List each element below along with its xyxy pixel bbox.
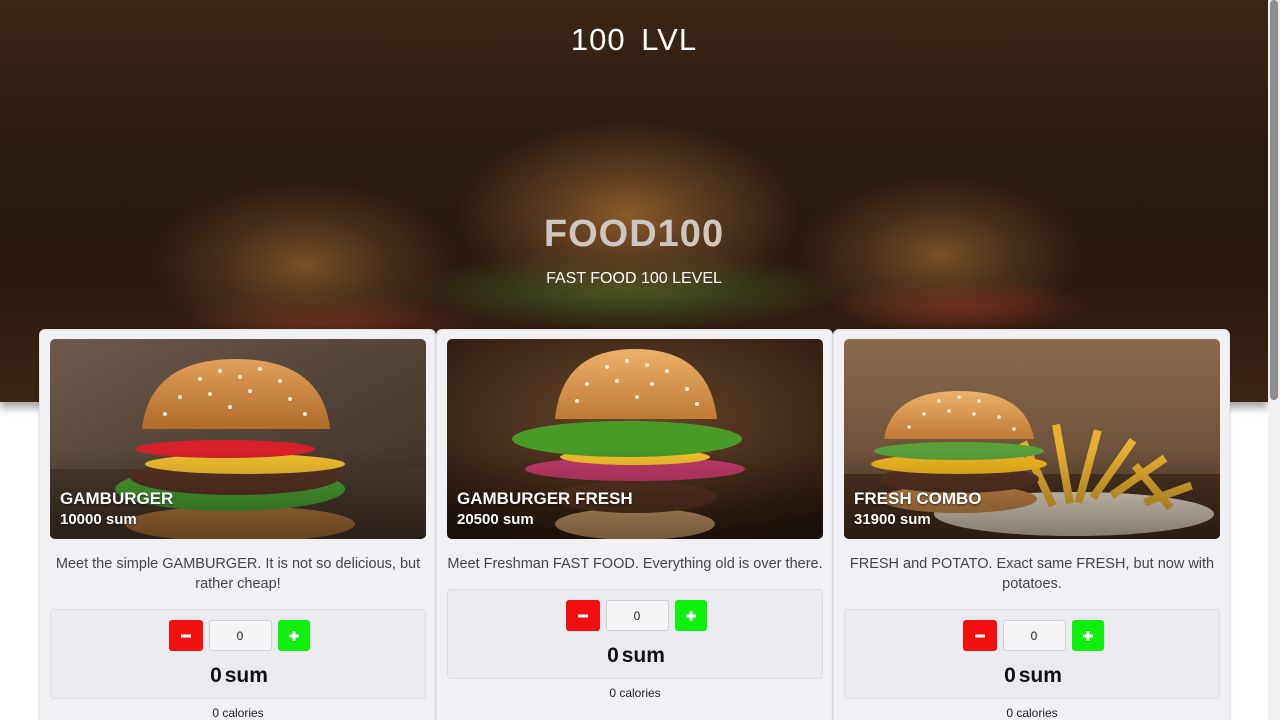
total-value: 0 [1004, 664, 1016, 687]
product-image: GAMBURGER 10000 sum [50, 339, 426, 539]
product-price: 31900 sum [854, 511, 931, 528]
product-price: 10000 sum [60, 511, 137, 528]
product-name: GAMBURGER [60, 489, 174, 508]
total-unit: sum [621, 644, 665, 667]
increase-button[interactable] [1071, 620, 1104, 651]
product-name: GAMBURGER FRESH [457, 489, 633, 508]
total-unit: sum [224, 664, 268, 687]
minus-icon [577, 614, 588, 617]
scrollbar-thumb[interactable] [1270, 0, 1278, 400]
quantity-stepper [51, 620, 427, 652]
quantity-stepper [448, 600, 824, 632]
increase-button[interactable] [674, 600, 707, 631]
total-value: 0 [607, 644, 619, 667]
quantity-stepper [845, 620, 1221, 652]
order-box: 0sum [447, 589, 823, 679]
decrease-button[interactable] [168, 620, 203, 651]
product-description: Meet Freshman FAST FOOD. Everything old … [447, 556, 823, 572]
increase-button[interactable] [277, 620, 310, 651]
order-box: 0sum [844, 609, 1220, 699]
scrollbar[interactable] [1268, 0, 1280, 720]
product-image: FRESH COMBO 31900 sum [844, 339, 1220, 539]
plus-icon [288, 630, 299, 641]
total-value: 0 [210, 664, 222, 687]
order-total: 0 sum [448, 644, 824, 668]
quantity-input[interactable] [1002, 620, 1066, 651]
minus-icon [974, 634, 985, 637]
decrease-button[interactable] [565, 600, 600, 631]
minus-icon [180, 634, 191, 637]
total-unit: sum [1018, 664, 1062, 687]
product-card-fresh-combo: FRESH COMBO 31900 sum FRESH and POTATO. … [833, 329, 1230, 720]
calories-count: 0 calories [1006, 706, 1058, 720]
calories-count: 0 calories [212, 706, 264, 720]
order-box: 0sum [50, 609, 426, 699]
product-price: 20500 sum [457, 511, 534, 528]
product-card-gamburger-fresh: GAMBURGER FRESH 20500 sum Meet Freshman … [436, 329, 833, 720]
product-card-gamburger: GAMBURGER 10000 sum Meet the simple GAMB… [39, 329, 436, 720]
decrease-button[interactable] [962, 620, 997, 651]
plus-icon [685, 610, 696, 621]
order-total: 0 sum [845, 664, 1221, 688]
quantity-input[interactable] [605, 600, 669, 631]
product-image: GAMBURGER FRESH 20500 sum [447, 339, 823, 539]
product-description: Meet the simple GAMBURGER. It is not so … [55, 556, 421, 592]
quantity-input[interactable] [208, 620, 272, 651]
brand-logo[interactable]: 100 LVL [0, 22, 1268, 58]
product-description: FRESH and POTATO. Exact same FRESH, but … [849, 556, 1215, 592]
calories-count: 0 calories [609, 686, 661, 700]
order-total: 0 sum [51, 664, 427, 688]
product-name: FRESH COMBO [854, 489, 982, 508]
hero-title: FOOD100 [543, 213, 725, 255]
plus-icon [1082, 630, 1093, 641]
hero-subtitle: FAST FOOD 100 LEVEL [546, 270, 722, 287]
